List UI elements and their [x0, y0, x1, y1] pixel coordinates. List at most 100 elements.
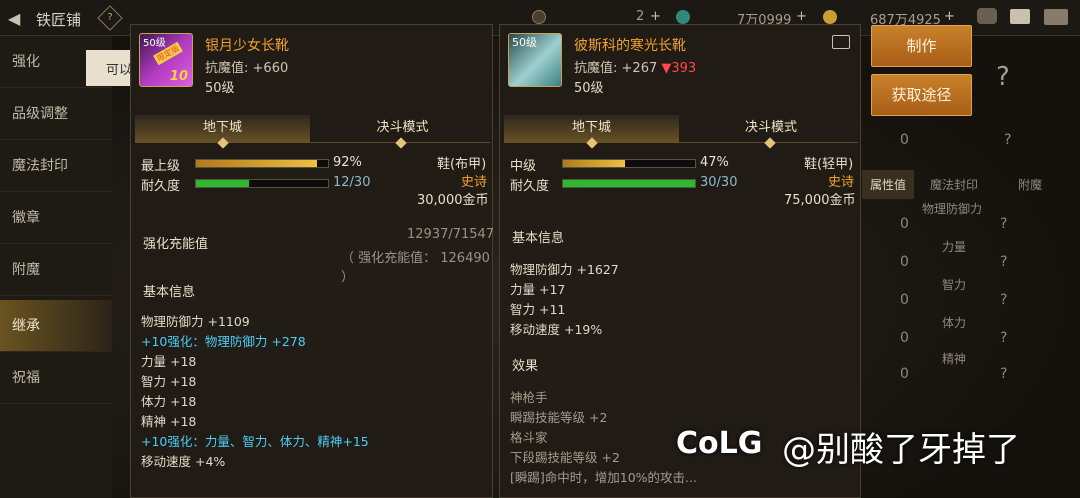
stat-label: 体力	[942, 316, 967, 330]
charge-zero: 0	[900, 132, 909, 148]
share-icon[interactable]	[832, 35, 850, 49]
grade-percent: 47%	[700, 155, 729, 170]
attr-line: 移动速度 +4%	[141, 454, 226, 469]
sidebar-item-grade[interactable]: 品级调整	[0, 88, 112, 140]
mail-icon[interactable]	[1010, 9, 1030, 24]
grade-bar	[195, 159, 329, 168]
charge-value: 12937/71547	[407, 227, 495, 242]
stat-q: ?	[1000, 366, 1008, 382]
stat-zero: 0	[900, 330, 909, 346]
attr-line: 物理防御力 +1109	[141, 314, 250, 329]
attr-line: +10强化：物理防御力 +278	[141, 334, 306, 349]
stat-label: 力量	[942, 240, 967, 254]
tab-attr[interactable]: 属性值	[862, 170, 915, 199]
stat-q: ?	[1000, 292, 1008, 308]
durability-bar	[195, 179, 329, 188]
effect-line: [瞬踢]命中时，增加10%的攻击...	[510, 470, 697, 485]
add-currency-1-button[interactable]: +	[650, 9, 661, 24]
big-question-mark: ?	[996, 62, 1010, 92]
add-currency-2-button[interactable]: +	[796, 9, 807, 24]
level-badge: 50级	[143, 38, 166, 49]
back-arrow-icon[interactable]: ◀	[8, 9, 20, 28]
item-rarity: 史诗	[828, 175, 855, 190]
tab-magic-seal[interactable]: 魔法封印	[930, 170, 978, 199]
mode-tabs: 地下城 决斗模式	[504, 115, 858, 143]
basic-info-label: 基本信息	[143, 285, 196, 300]
stat-zero: 0	[900, 366, 909, 382]
resist-row: 抗魔值: +267 ▼393	[574, 61, 697, 76]
item-type: 鞋(轻甲)	[804, 157, 854, 172]
durability-bar	[562, 179, 696, 188]
attr-line: 物理防御力 +1627	[510, 262, 619, 277]
attr-line: 智力 +18	[141, 374, 197, 389]
item-thumbnail: 50级 限定版 10	[139, 33, 193, 87]
stat-q: ?	[1000, 254, 1008, 270]
attr-line: 力量 +18	[141, 354, 197, 369]
stat-q: ?	[1000, 216, 1008, 232]
currency-value-1: 2	[636, 9, 645, 24]
enhance-tag: 10	[169, 69, 188, 84]
stat-zero: 0	[900, 216, 909, 232]
currency-icon	[532, 10, 546, 24]
pot-icon[interactable]	[977, 8, 997, 24]
watermark-text: @别酸了牙掉了	[782, 430, 1020, 470]
make-button[interactable]: 制作	[871, 25, 972, 67]
attr-line: 移动速度 +19%	[510, 322, 603, 337]
grade-bar	[562, 159, 696, 168]
effect-line: 瞬踢技能等级 +2	[510, 410, 608, 425]
item-rarity: 史诗	[461, 175, 488, 190]
stat-label: 智力	[942, 278, 967, 292]
effect-line: 神枪手	[510, 390, 548, 405]
left-item-card: 50级 限定版 10 银月少女长靴 抗魔值: +660 50级 地下城 决斗模式…	[130, 24, 495, 498]
stat-label: 精神	[942, 352, 967, 366]
mode-tabs: 地下城 决斗模式	[135, 115, 490, 143]
gold-coin-icon	[823, 10, 837, 24]
add-currency-3-button[interactable]: +	[944, 9, 955, 24]
item-type: 鞋(布甲)	[437, 157, 487, 172]
durability-value: 12/30	[333, 175, 371, 190]
resist-row: 抗魔值: +660	[205, 61, 289, 76]
charge-q: ?	[1004, 132, 1012, 148]
sidebar-item-magic-seal[interactable]: 魔法封印	[0, 140, 112, 192]
grade-label: 中级	[510, 159, 537, 174]
help-icon[interactable]: ?	[97, 5, 123, 31]
durability-value: 30/30	[700, 175, 738, 190]
item-price: 75,000金币	[784, 193, 856, 208]
sidebar-item-badge[interactable]: 徽章	[0, 192, 112, 244]
attr-line: 力量 +17	[510, 282, 566, 297]
durability-label: 耐久度	[141, 179, 181, 194]
tab-enchant[interactable]: 附魔	[1018, 170, 1042, 199]
level-badge: 50级	[512, 36, 537, 49]
item-level: 50级	[574, 81, 604, 96]
stat-q: ?	[1000, 330, 1008, 346]
durability-label: 耐久度	[510, 179, 550, 194]
grade-percent: 92%	[333, 155, 362, 170]
stat-zero: 0	[900, 254, 909, 270]
tooltip: 可以	[86, 50, 132, 86]
attr-line: 精神 +18	[141, 414, 197, 429]
attr-line: 体力 +18	[141, 394, 197, 409]
sidebar-item-enchant[interactable]: 附魔	[0, 244, 112, 296]
effect-line: 下段踢技能等级 +2	[510, 450, 620, 465]
basic-info-label: 基本信息	[512, 231, 565, 246]
charge-sub: （ 强化充能值： 126490 ）	[341, 251, 490, 285]
item-name: 银月少女长靴	[205, 38, 289, 54]
source-button[interactable]: 获取途径	[871, 74, 972, 116]
effect-line: 格斗家	[510, 430, 548, 445]
charge-label: 强化充能值	[143, 237, 209, 252]
attr-line: +10强化：力量、智力、体力、精神+15	[141, 434, 369, 449]
sidebar-item-bless[interactable]: 祝福	[0, 352, 112, 404]
item-price: 30,000金币	[417, 193, 489, 208]
stat-label: 物理防御力	[922, 202, 983, 216]
sidebar-item-inherit[interactable]: 继承	[0, 300, 112, 352]
effect-label: 效果	[512, 359, 539, 374]
attr-line: 智力 +11	[510, 302, 566, 317]
grade-label: 最上级	[141, 159, 181, 174]
sidebar: 强化 品级调整 魔法封印 徽章 附魔 继承 祝福	[0, 36, 112, 498]
item-level: 50级	[205, 81, 235, 96]
page-title: 铁匠铺	[36, 11, 82, 29]
menu-icon[interactable]	[1044, 9, 1068, 25]
stat-zero: 0	[900, 292, 909, 308]
item-name: 彼斯科的寒光长靴	[574, 38, 686, 54]
item-thumbnail: 50级	[508, 33, 562, 87]
